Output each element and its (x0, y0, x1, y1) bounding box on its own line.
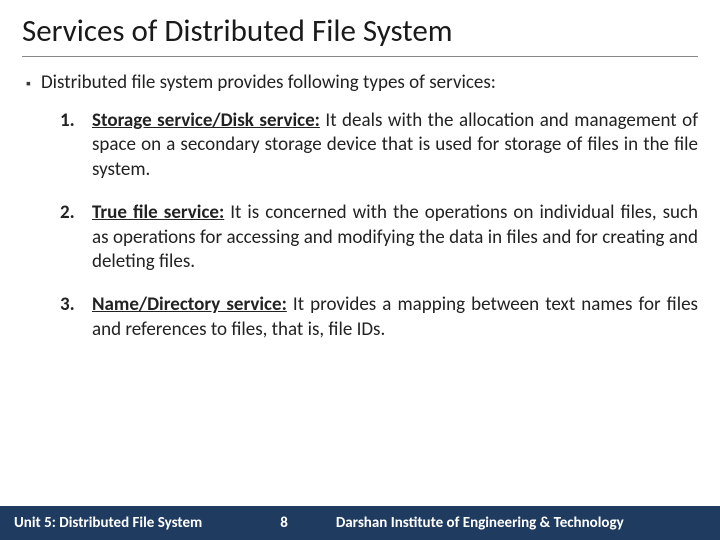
list-item: 3. Name/Directory service: It provides a… (60, 293, 698, 342)
footer-unit: Unit 5: Distributed File System (14, 514, 202, 532)
footer-page-number: 8 (280, 514, 288, 532)
bullet-icon: ▪ (26, 75, 31, 92)
slide-title: Services of Distributed File System (22, 12, 698, 57)
item-heading: True file service: (92, 201, 224, 224)
footer-bar: Unit 5: Distributed File System 8 Darsha… (0, 506, 720, 540)
intro-text: Distributed file system provides followi… (41, 71, 496, 95)
item-body: Storage service/Disk service: It deals w… (92, 109, 698, 183)
slide: Services of Distributed File System ▪ Di… (0, 0, 720, 540)
item-heading: Storage service/Disk service: (92, 109, 320, 132)
item-number: 1. (60, 109, 86, 132)
item-number: 2. (60, 201, 86, 224)
footer-institute: Darshan Institute of Engineering & Techn… (336, 514, 706, 532)
item-body: True file service: It is concerned with … (92, 201, 698, 275)
list-item: 1. Storage service/Disk service: It deal… (60, 109, 698, 183)
intro-bullet: ▪ Distributed file system provides follo… (22, 71, 698, 95)
item-heading: Name/Directory service: (92, 293, 287, 316)
item-body: Name/Directory service: It provides a ma… (92, 293, 698, 342)
list-item: 2. True file service: It is concerned wi… (60, 201, 698, 275)
item-number: 3. (60, 293, 86, 316)
ordered-list: 1. Storage service/Disk service: It deal… (22, 109, 698, 343)
